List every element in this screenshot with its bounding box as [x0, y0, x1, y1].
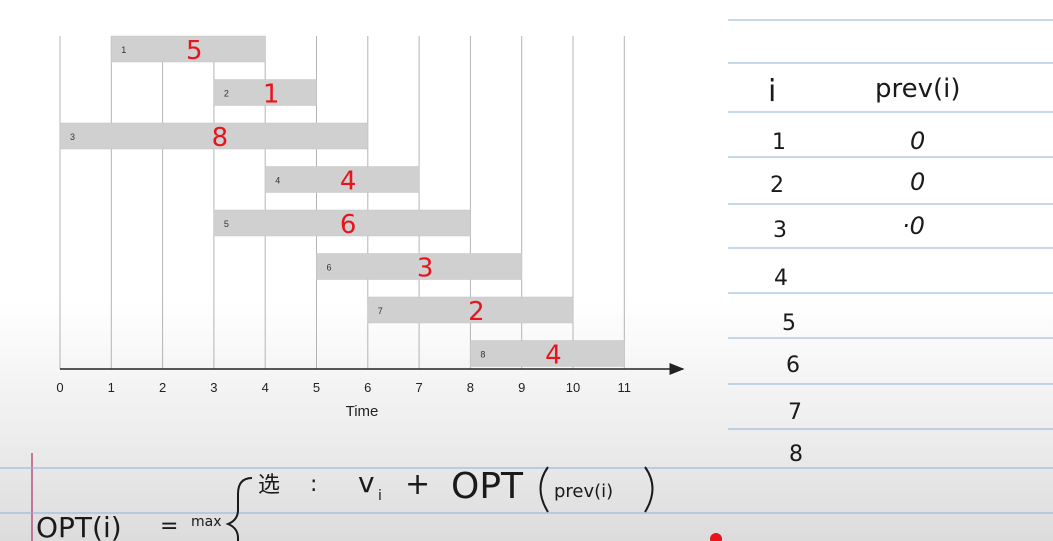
job-id-label: 8	[480, 350, 485, 360]
prev-table-row: 7	[788, 400, 802, 425]
case-colon: :	[310, 472, 317, 497]
x-tick-label: 2	[159, 380, 166, 395]
row-prev: 0	[910, 127, 925, 155]
prev-table-row: 5	[782, 311, 796, 336]
row-i: 5	[782, 311, 796, 336]
x-axis-label: Time	[346, 403, 379, 420]
term-v-subscript: i	[378, 488, 382, 504]
formula-eq: =	[160, 514, 178, 539]
row-prev: 0	[910, 168, 925, 196]
x-tick-label: 9	[518, 380, 525, 395]
job-weight-label: 8	[212, 123, 229, 153]
prev-table-row: 6	[786, 353, 800, 378]
prev-table-row: 10	[772, 127, 925, 155]
x-tick-label: 5	[313, 380, 320, 395]
x-tick-label: 10	[566, 380, 580, 395]
job-4: 44	[264, 166, 420, 197]
x-tick-label: 4	[262, 380, 269, 395]
row-i: 3	[773, 218, 787, 243]
row-i: 2	[770, 173, 784, 198]
formula-lhs: OPT(i)	[36, 511, 122, 541]
frame-shadow	[0, 300, 1053, 541]
job-2: 21	[213, 79, 317, 110]
x-tick-label: 11	[618, 380, 632, 395]
prev-table-row: 8	[789, 442, 803, 467]
row-i: 7	[788, 400, 802, 425]
row-i: 8	[789, 442, 803, 467]
job-id-label: 6	[327, 263, 332, 273]
job-id-label: 2	[224, 89, 229, 99]
header-prev: prev(i)	[875, 74, 961, 104]
term-opt: OPT	[451, 466, 524, 507]
job-weight-label: 3	[417, 254, 434, 284]
row-i: 1	[772, 130, 786, 155]
job-weight-label: 4	[545, 341, 562, 371]
header-i: i	[768, 74, 776, 109]
job-weight-label: 2	[468, 297, 485, 327]
x-tick-label: 0	[56, 380, 63, 395]
job-8: 84	[470, 340, 625, 371]
job-id-label: 7	[378, 306, 383, 316]
row-prev: ·0	[902, 212, 925, 240]
job-id-label: 5	[224, 219, 229, 229]
job-6: 63	[316, 253, 522, 284]
term-arg: prev(i)	[554, 481, 613, 502]
row-i: 6	[786, 353, 800, 378]
job-weight-label: 4	[340, 167, 357, 197]
lecture-stage: 1 52 13 84 45 66 37 28 4 0 1 2 3 4 5 6 7 8 9 10 11 Time i p…	[0, 19, 1053, 541]
row-i: 4	[774, 266, 788, 291]
job-id-label: 4	[275, 176, 280, 186]
prev-table-row: 20	[770, 168, 925, 198]
prev-table-row: 3 ·0	[773, 212, 925, 243]
formula-max: max	[191, 514, 222, 530]
job-1: 15	[111, 35, 266, 66]
job-id-label: 3	[70, 132, 75, 142]
x-tick-label: 1	[108, 380, 115, 395]
x-tick-label: 8	[467, 380, 474, 395]
job-3: 38	[59, 122, 369, 153]
prev-table-row: 4	[774, 266, 788, 291]
term-plus: +	[405, 467, 430, 502]
case-label: 选	[258, 473, 280, 498]
job-id-label: 1	[121, 45, 126, 55]
x-tick-label: 6	[364, 380, 371, 395]
job-weight-label: 6	[340, 210, 357, 240]
x-tick-label: 3	[210, 380, 217, 395]
job-weight-label: 1	[263, 80, 280, 110]
x-tick-label: 7	[415, 380, 422, 395]
job-7: 72	[367, 296, 574, 327]
term-v: v	[358, 466, 375, 499]
job-5: 56	[213, 209, 471, 240]
job-weight-label: 5	[186, 36, 203, 66]
